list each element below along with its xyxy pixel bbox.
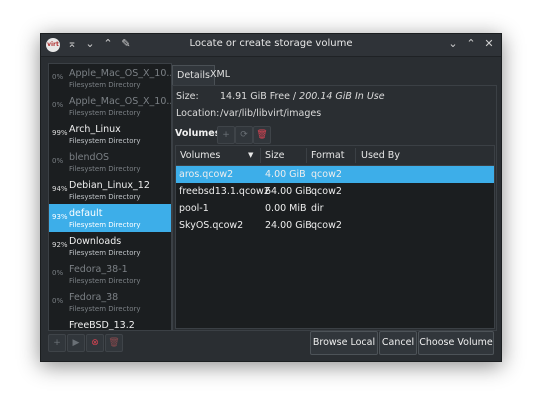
- volume-name: aros.qcow2: [179, 169, 234, 180]
- size-row: Size: 14.91 GiB Free / 200.14 GiB In Use: [176, 91, 385, 102]
- volume-name: SkyOS.qcow2: [179, 220, 244, 231]
- pool-item[interactable]: 99% Arch_Linux Filesystem Directory: [49, 120, 171, 148]
- location-value: /var/lib/libvirt/images: [220, 108, 322, 119]
- pool-usage: 0%: [52, 269, 64, 277]
- choose-volume-button[interactable]: Choose Volume: [418, 331, 494, 355]
- column-header-used-by[interactable]: Used By: [361, 150, 400, 161]
- pool-name: Debian_Linux_12: [69, 180, 150, 191]
- pool-item[interactable]: 0% blendOS Filesystem Directory: [49, 148, 171, 176]
- stop-pool-button[interactable]: ⊗: [86, 334, 104, 352]
- volume-name: pool-1: [179, 203, 209, 214]
- pool-type: Filesystem Directory: [69, 193, 141, 201]
- volume-format: dir: [311, 203, 324, 214]
- column-header-format[interactable]: Format: [311, 150, 344, 161]
- volumes-table[interactable]: Volumes ▼ Size Format Used By aros.qcow2…: [175, 145, 495, 329]
- table-row[interactable]: pool-1 0.00 MiB dir: [176, 200, 494, 217]
- volume-format: qcow2: [311, 220, 342, 231]
- pool-usage: 0%: [52, 157, 64, 165]
- volume-format: qcow2: [311, 169, 342, 180]
- size-free: 14.91 GiB Free /: [220, 91, 297, 102]
- volume-size: 64.00 GiB: [265, 186, 312, 197]
- tab-xml[interactable]: XML: [206, 65, 234, 84]
- table-row-selected[interactable]: aros.qcow2 4.00 GiB qcow2: [176, 166, 494, 183]
- pool-type: Filesystem Directory: [69, 277, 141, 285]
- delete-volume-button[interactable]: 🗑: [253, 126, 271, 144]
- add-pool-button[interactable]: +: [48, 334, 66, 352]
- pool-usage: 99%: [52, 129, 68, 137]
- pool-name: default: [69, 208, 103, 219]
- size-label: Size:: [176, 91, 199, 102]
- location-label: Location:: [176, 108, 220, 119]
- delete-pool-button[interactable]: 🗑: [105, 334, 123, 352]
- table-row[interactable]: SkyOS.qcow2 24.00 GiB qcow2: [176, 217, 494, 234]
- pool-name: Fedora_38: [69, 292, 119, 303]
- volume-size: 24.00 GiB: [265, 220, 312, 231]
- volume-dialog: virt ⌅ ⌄ ⌃ ✎ Locate or create storage vo…: [40, 33, 502, 362]
- trash-icon: 🗑: [108, 338, 120, 348]
- volume-size: 4.00 GiB: [265, 169, 306, 180]
- size-value: 14.91 GiB Free / 200.14 GiB In Use: [220, 91, 385, 102]
- pool-usage: 0%: [52, 73, 64, 81]
- location-row: Location: /var/lib/libvirt/images: [176, 108, 321, 119]
- pool-type: Filesystem Directory: [69, 249, 141, 257]
- table-row[interactable]: freebsd13.1.qcow2 64.00 GiB qcow2: [176, 183, 494, 200]
- close-button[interactable]: ✕: [482, 37, 496, 51]
- refresh-volumes-button[interactable]: ⟳: [235, 126, 253, 144]
- volume-size: 0.00 MiB: [265, 203, 307, 214]
- pool-item[interactable]: 0% Fedora_38 Filesystem Directory: [49, 288, 171, 316]
- pool-usage: 92%: [52, 241, 68, 249]
- title-bar: virt ⌅ ⌄ ⌃ ✎ Locate or create storage vo…: [41, 34, 501, 57]
- pool-usage: 0%: [52, 297, 64, 305]
- storage-pool-list[interactable]: 0% Apple_Mac_OS_X_10.... Filesystem Dire…: [48, 63, 172, 331]
- pool-item-selected[interactable]: 93% default Filesystem Directory: [49, 204, 171, 232]
- pool-type: Filesystem Directory: [69, 221, 141, 229]
- volumes-label: Volumes: [175, 128, 221, 139]
- pool-usage: 0%: [52, 101, 64, 109]
- size-in-use: 200.14 GiB In Use: [299, 91, 385, 102]
- window-title: Locate or create storage volume: [189, 38, 353, 49]
- add-volume-button[interactable]: +: [217, 126, 235, 144]
- sort-down-icon: ▼: [248, 151, 254, 159]
- pool-type: Filesystem Directory: [69, 81, 141, 89]
- volume-name: freebsd13.1.qcow2: [179, 186, 270, 197]
- play-icon: ▶: [72, 338, 80, 348]
- maximize-button[interactable]: ⌃: [464, 37, 478, 51]
- browse-local-button[interactable]: Browse Local: [310, 331, 378, 355]
- pool-name: FreeBSD_13.2: [69, 320, 135, 331]
- pool-type: Filesystem Directory: [69, 109, 141, 117]
- column-header-size[interactable]: Size: [265, 150, 285, 161]
- pool-usage: 93%: [52, 213, 68, 221]
- pool-item[interactable]: FreeBSD_13.2: [49, 316, 171, 331]
- trash-icon: 🗑: [256, 130, 268, 140]
- pool-type: Filesystem Directory: [69, 165, 141, 173]
- pool-item[interactable]: 0% Fedora_38-1 Filesystem Directory: [49, 260, 171, 288]
- refresh-icon: ⟳: [240, 130, 248, 140]
- pool-name: Apple_Mac_OS_X_10....: [69, 96, 172, 107]
- column-header-volumes[interactable]: Volumes: [180, 150, 220, 161]
- pool-name: Arch_Linux: [69, 124, 121, 135]
- cancel-button[interactable]: Cancel: [379, 331, 417, 355]
- details-panel: Size: 14.91 GiB Free / 200.14 GiB In Use…: [172, 85, 497, 331]
- pool-name: Apple_Mac_OS_X_10....: [69, 68, 172, 79]
- pool-usage: 94%: [52, 185, 68, 193]
- pool-name: blendOS: [69, 152, 110, 163]
- pool-item[interactable]: 0% Apple_Mac_OS_X_10.... Filesystem Dire…: [49, 64, 171, 92]
- table-header: Volumes ▼ Size Format Used By: [176, 146, 494, 166]
- pool-type: Filesystem Directory: [69, 305, 141, 313]
- stop-icon: ⊗: [91, 338, 99, 348]
- start-pool-button[interactable]: ▶: [67, 334, 85, 352]
- add-icon: +: [222, 130, 230, 140]
- pool-name: Fedora_38-1: [69, 264, 128, 275]
- pool-item[interactable]: 0% Apple_Mac_OS_X_10.... Filesystem Dire…: [49, 92, 171, 120]
- pool-name: Downloads: [69, 236, 122, 247]
- pool-item[interactable]: 94% Debian_Linux_12 Filesystem Directory: [49, 176, 171, 204]
- volume-format: qcow2: [311, 186, 342, 197]
- minimize-button[interactable]: ⌄: [446, 37, 460, 51]
- pool-type: Filesystem Directory: [69, 137, 141, 145]
- add-icon: +: [53, 338, 61, 348]
- pool-item[interactable]: 92% Downloads Filesystem Directory: [49, 232, 171, 260]
